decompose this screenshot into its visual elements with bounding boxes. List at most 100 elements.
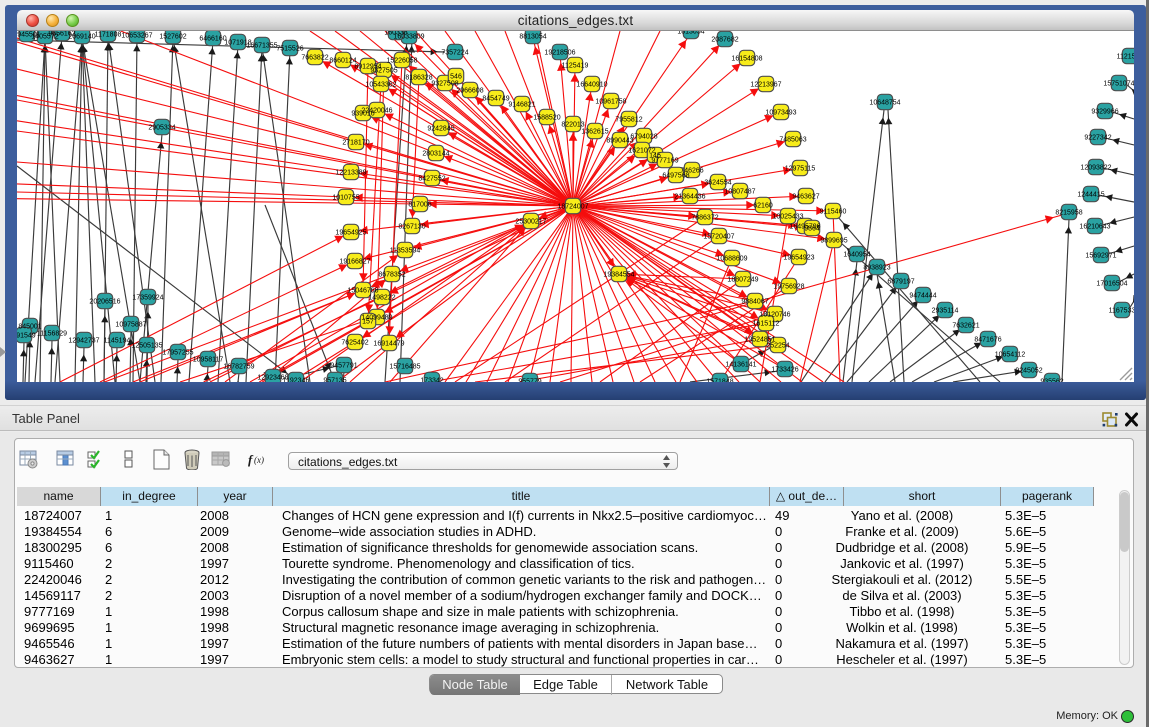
svg-text:9463627: 9463627 — [792, 194, 819, 201]
svg-text:12942737: 12942737 — [68, 338, 99, 345]
svg-text:1010755: 1010755 — [332, 195, 359, 202]
svg-text:1244415: 1244415 — [1077, 192, 1104, 199]
svg-text:7625402: 7625402 — [341, 340, 368, 347]
svg-text:18120746: 18120746 — [759, 312, 790, 319]
svg-text:10973493: 10973493 — [765, 110, 796, 117]
svg-text:6794028: 6794028 — [630, 134, 657, 141]
svg-text:21364436: 21364436 — [674, 194, 705, 201]
svg-text:9146821: 9146821 — [508, 102, 535, 109]
svg-text:12213389: 12213389 — [335, 170, 366, 177]
svg-text:8186328: 8186328 — [405, 75, 432, 82]
svg-text:19654923: 19654923 — [783, 255, 814, 262]
svg-text:11156829: 11156829 — [37, 331, 67, 338]
svg-text:252254: 252254 — [766, 343, 789, 350]
svg-text:10961758: 10961758 — [595, 99, 626, 106]
svg-text:1571848: 1571848 — [706, 379, 733, 383]
svg-text:10958117: 10958117 — [193, 357, 224, 364]
svg-text:9899695: 9899695 — [820, 238, 847, 245]
svg-text:8660124: 8660124 — [329, 58, 356, 65]
svg-text:935562: 935562 — [1040, 379, 1063, 383]
svg-text:16914479: 16914479 — [373, 341, 404, 348]
svg-text:10807487: 10807487 — [724, 189, 755, 196]
svg-text:2966608: 2966608 — [456, 88, 483, 95]
svg-text:15692971: 15692971 — [1085, 253, 1116, 260]
svg-text:1588520: 1588520 — [533, 115, 560, 122]
svg-text:12093822: 12093822 — [1080, 165, 1111, 172]
svg-text:9227342: 9227342 — [1084, 135, 1111, 142]
svg-text:19218506: 19218506 — [544, 50, 575, 57]
svg-text:6497568: 6497568 — [662, 173, 689, 180]
svg-text:9327508: 9327508 — [431, 81, 458, 88]
svg-text:15716485: 15716485 — [389, 364, 420, 371]
svg-text:7886372: 7886372 — [691, 215, 718, 222]
svg-text:8454749: 8454749 — [482, 96, 509, 103]
svg-text:9245052: 9245052 — [1015, 368, 1042, 375]
svg-text:1640954: 1640954 — [843, 252, 870, 259]
svg-text:1167533: 1167533 — [1109, 308, 1134, 315]
svg-text:9884067: 9884067 — [741, 299, 768, 306]
svg-text:7632621: 7632621 — [952, 323, 979, 330]
svg-text:19384554: 19384554 — [603, 272, 634, 279]
svg-text:14136141: 14136141 — [725, 362, 756, 369]
svg-text:16210643: 16210643 — [1079, 224, 1110, 231]
svg-text:1615112: 1615112 — [753, 321, 780, 328]
svg-text:17016504: 17016504 — [1096, 281, 1127, 288]
svg-text:391549: 391549 — [17, 333, 36, 340]
svg-text:7663822: 7663822 — [301, 55, 328, 62]
svg-text:1171808: 1171808 — [95, 32, 122, 39]
svg-text:16154808: 16154808 — [731, 56, 762, 63]
svg-text:19654925: 19654925 — [335, 230, 366, 237]
svg-text:10025433: 10025433 — [772, 214, 803, 221]
svg-text:8938923: 8938923 — [863, 265, 890, 272]
svg-text:17957255: 17957255 — [162, 350, 193, 357]
svg-text:1733426: 1733426 — [771, 367, 798, 374]
svg-text:12505135: 12505135 — [131, 343, 162, 350]
svg-text:15720407: 15720407 — [703, 234, 734, 241]
svg-text:173342: 173342 — [420, 378, 443, 383]
svg-text:8471676: 8471676 — [974, 337, 1001, 344]
svg-text:15226058: 15226058 — [386, 58, 417, 65]
svg-text:10543362: 10543362 — [365, 82, 396, 89]
svg-text:9457791: 9457791 — [330, 363, 357, 370]
svg-text:6879197: 6879197 — [887, 279, 914, 286]
svg-text:817006: 817006 — [408, 202, 431, 209]
svg-text:845001: 845001 — [18, 324, 41, 331]
svg-text:17359924: 17359924 — [132, 295, 163, 302]
svg-text:9777169: 9777169 — [651, 158, 678, 165]
svg-text:9327505: 9327505 — [370, 68, 397, 75]
svg-text:1362615: 1362615 — [581, 129, 608, 136]
svg-text:10653267: 10653267 — [121, 33, 152, 40]
svg-text:7485063: 7485063 — [779, 137, 806, 144]
svg-text:16671355: 16671355 — [246, 43, 277, 50]
svg-text:19166827: 19166827 — [339, 259, 370, 266]
svg-text:10648754: 10648754 — [869, 100, 900, 107]
svg-text:2069140: 2069140 — [68, 34, 95, 41]
svg-text:20206516: 20206516 — [89, 299, 120, 306]
svg-text:2087682: 2087682 — [711, 37, 738, 44]
svg-text:10975887: 10975887 — [115, 322, 146, 329]
svg-text:7515526: 7515526 — [276, 46, 303, 53]
svg-text:19756928: 19756928 — [773, 284, 804, 291]
svg-text:(x): (x) — [254, 455, 264, 465]
svg-text:546: 546 — [450, 74, 462, 81]
svg-text:9242845: 9242845 — [427, 126, 454, 133]
svg-text:2718170: 2718170 — [342, 140, 369, 147]
svg-text:1125419: 1125419 — [562, 63, 589, 70]
svg-text:2803144: 2803144 — [422, 151, 449, 158]
svg-text:62160: 62160 — [753, 203, 773, 210]
svg-text:822013: 822013 — [561, 122, 584, 129]
svg-text:10688609: 10688609 — [716, 256, 747, 263]
svg-text:9864: 9864 — [804, 226, 820, 233]
svg-text:8813054: 8813054 — [519, 34, 546, 41]
svg-text:955779: 955779 — [518, 379, 541, 383]
svg-text:1527602: 1527602 — [159, 34, 186, 41]
svg-text:1813054: 1813054 — [677, 31, 704, 36]
svg-text:25300217: 25300217 — [515, 219, 546, 226]
svg-text:1145194: 1145194 — [104, 338, 131, 345]
svg-text:18724007: 18724007 — [557, 204, 588, 211]
svg-text:8215958: 8215958 — [1055, 210, 1082, 217]
svg-text:15046766: 15046766 — [347, 288, 378, 295]
svg-text:9329966: 9329966 — [1091, 109, 1118, 116]
svg-text:18807249: 18807249 — [727, 277, 758, 284]
svg-text:2935114: 2935114 — [932, 308, 959, 315]
